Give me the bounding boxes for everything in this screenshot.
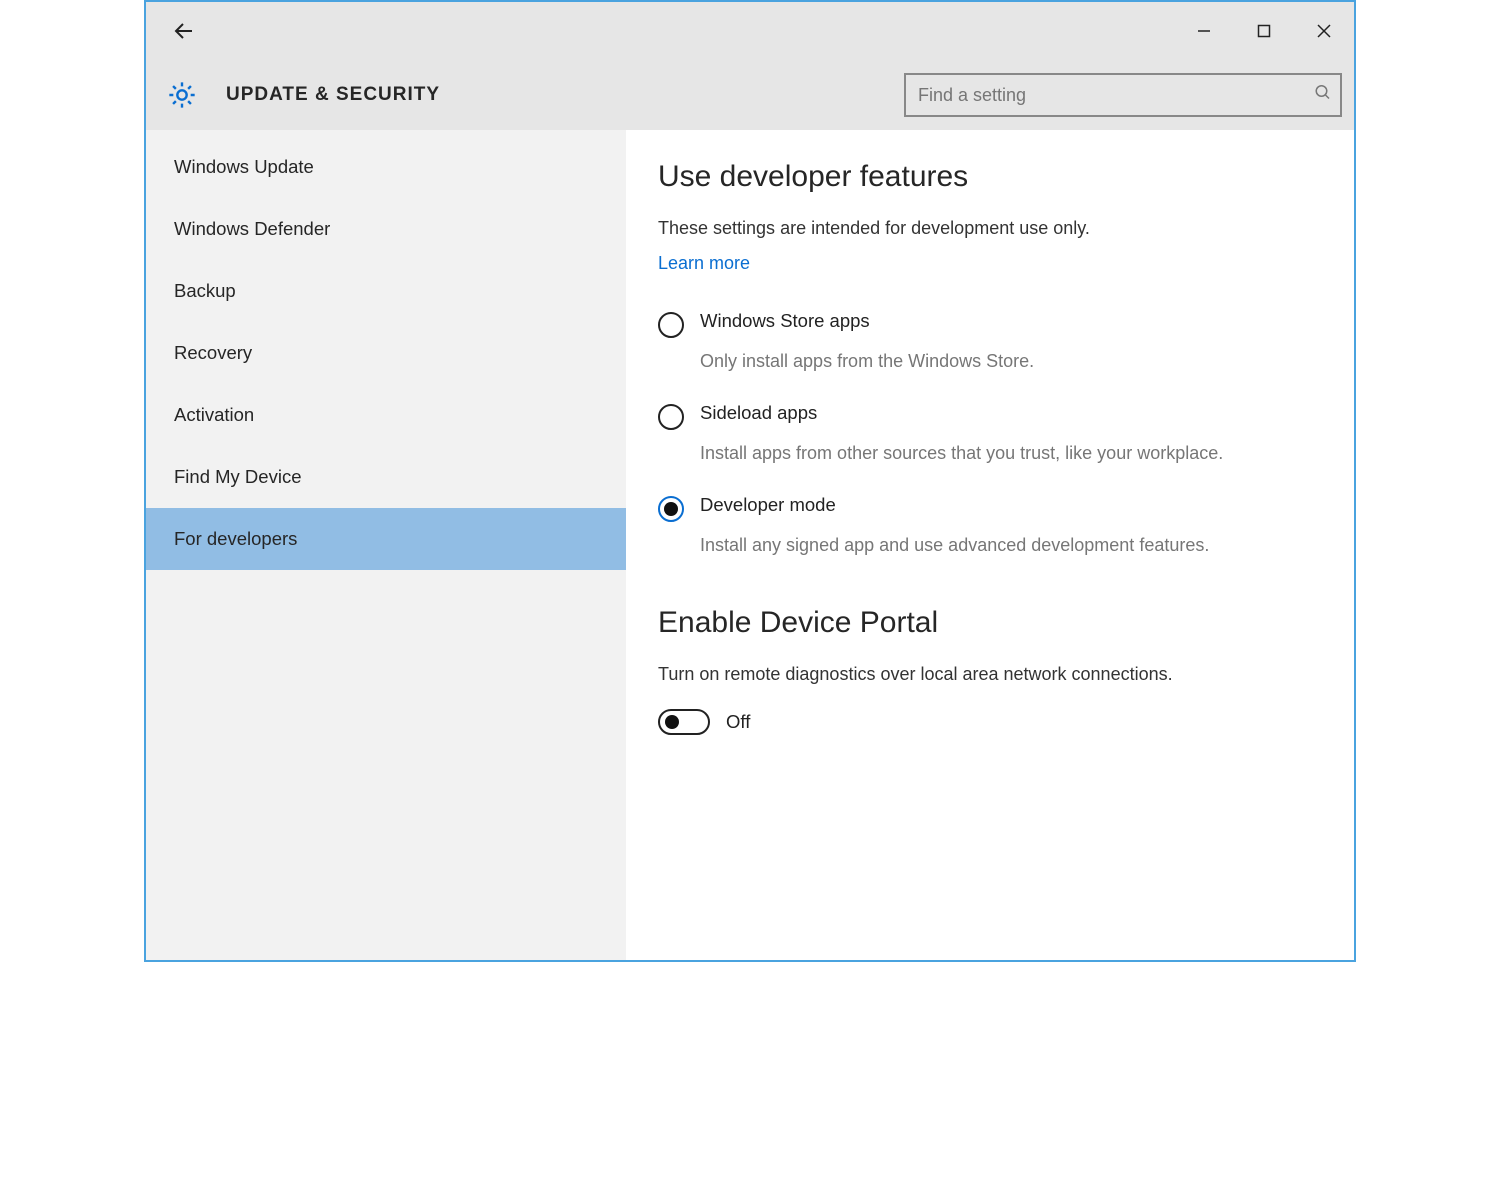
close-icon <box>1317 24 1331 38</box>
radio-label: Developer mode <box>700 494 836 516</box>
radio-row-sideload-apps: Sideload apps <box>658 402 1322 430</box>
sidebar-item-windows-defender[interactable]: Windows Defender <box>146 198 626 260</box>
learn-more-link[interactable]: Learn more <box>658 253 750 274</box>
sidebar-item-recovery[interactable]: Recovery <box>146 322 626 384</box>
toggle-device-portal[interactable] <box>658 709 710 735</box>
sidebar-item-find-my-device[interactable]: Find My Device <box>146 446 626 508</box>
titlebar <box>146 2 1354 60</box>
section-title-device-portal: Enable Device Portal <box>658 606 1322 640</box>
minimize-button[interactable] <box>1174 2 1234 60</box>
radio-row-developer-mode: Developer mode <box>658 494 1322 522</box>
toggle-knob <box>665 715 679 729</box>
maximize-button[interactable] <box>1234 2 1294 60</box>
radio-windows-store-apps[interactable] <box>658 312 684 338</box>
radio-desc: Only install apps from the Windows Store… <box>700 348 1280 374</box>
section1-description: These settings are intended for developm… <box>658 218 1322 239</box>
radio-sideload-apps[interactable] <box>658 404 684 430</box>
radio-label: Sideload apps <box>700 402 817 424</box>
content: Use developer features These settings ar… <box>626 130 1354 960</box>
close-button[interactable] <box>1294 2 1354 60</box>
sidebar: Windows Update Windows Defender Backup R… <box>146 130 626 960</box>
sidebar-item-activation[interactable]: Activation <box>146 384 626 446</box>
body: Windows Update Windows Defender Backup R… <box>146 130 1354 960</box>
maximize-icon <box>1257 24 1271 38</box>
gear-icon <box>166 79 198 111</box>
search-input[interactable] <box>904 73 1342 117</box>
radio-desc: Install apps from other sources that you… <box>700 440 1280 466</box>
window-controls <box>1174 2 1354 60</box>
radio-row-windows-store-apps: Windows Store apps <box>658 310 1322 338</box>
search-icon <box>1314 84 1332 107</box>
sidebar-item-backup[interactable]: Backup <box>146 260 626 322</box>
header: Update & Security <box>146 60 1354 130</box>
radio-desc: Install any signed app and use advanced … <box>700 532 1280 558</box>
section-title-developer-features: Use developer features <box>658 160 1322 194</box>
back-arrow-icon <box>172 19 196 43</box>
toggle-state-label: Off <box>726 711 750 733</box>
radio-developer-mode[interactable] <box>658 496 684 522</box>
radio-group-developer-features: Windows Store apps Only install apps fro… <box>658 310 1322 558</box>
section2-description: Turn on remote diagnostics over local ar… <box>658 664 1322 685</box>
settings-window: Update & Security Windows Update Windows… <box>144 0 1356 962</box>
radio-label: Windows Store apps <box>700 310 870 332</box>
search-wrap <box>904 73 1342 117</box>
page-title: Update & Security <box>226 84 440 106</box>
minimize-icon <box>1197 24 1211 38</box>
toggle-row-device-portal: Off <box>658 709 1322 735</box>
back-button[interactable] <box>164 11 204 51</box>
sidebar-item-for-developers[interactable]: For developers <box>146 508 626 570</box>
header-left: Update & Security <box>166 79 904 111</box>
sidebar-item-windows-update[interactable]: Windows Update <box>146 136 626 198</box>
